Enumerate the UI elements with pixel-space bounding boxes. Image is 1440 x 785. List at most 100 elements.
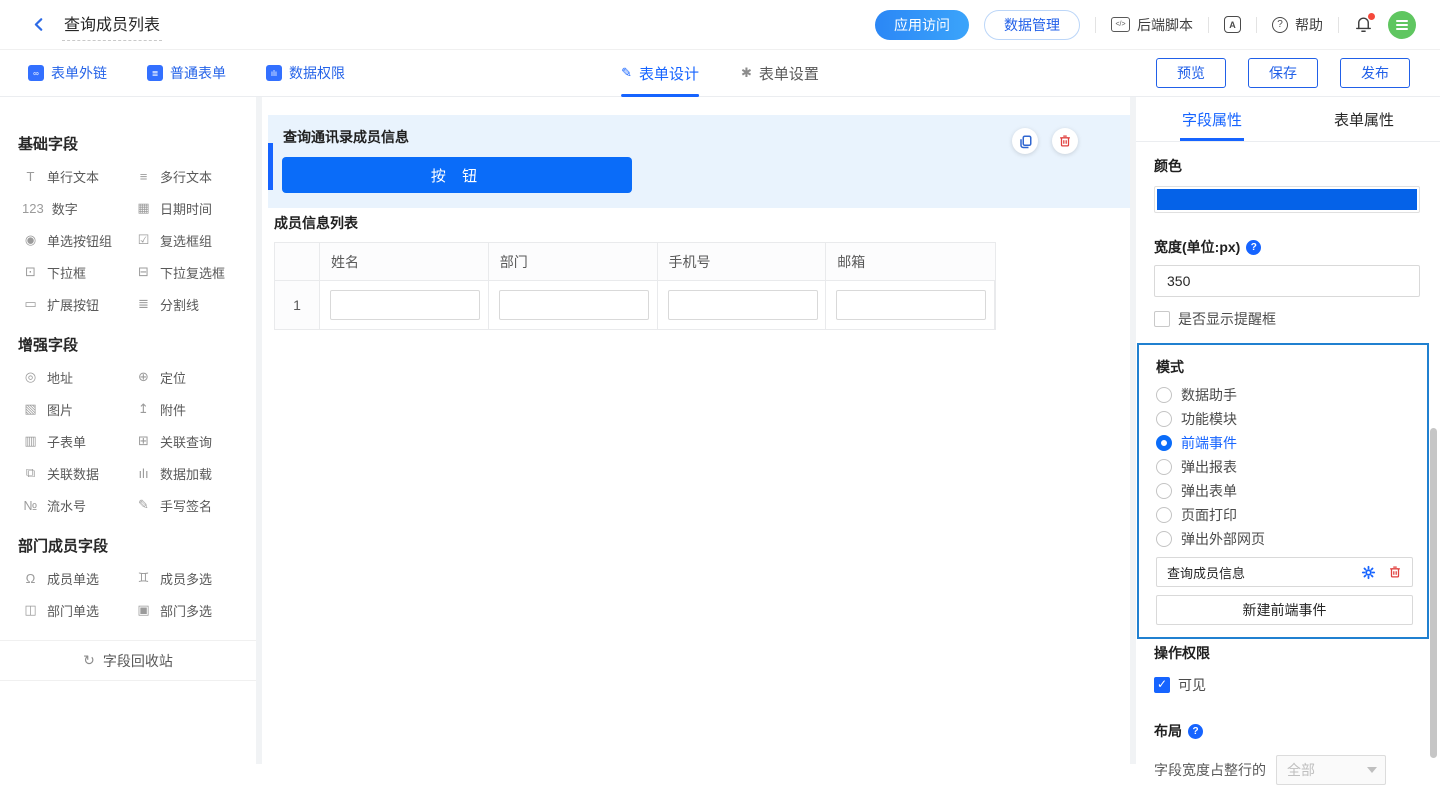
color-swatch: [1157, 189, 1417, 210]
toolbar-link-icon: ≣: [147, 65, 163, 81]
action-button[interactable]: 预览: [1156, 58, 1226, 88]
cell-input[interactable]: [668, 290, 818, 320]
tab-form-settings[interactable]: ✱ 表单设置: [741, 50, 819, 97]
field-item[interactable]: ☑ 复选框组: [135, 224, 248, 256]
width-input[interactable]: [1154, 265, 1420, 297]
frontend-event-item[interactable]: 查询成员信息: [1156, 557, 1413, 587]
mode-option[interactable]: 弹出外部网页: [1156, 527, 1413, 551]
cell-input[interactable]: [836, 290, 986, 320]
layout-help-icon[interactable]: [1188, 724, 1203, 739]
properties-panel: 字段属性 表单属性 颜色 宽度(单位:px) 是否显示提醒框 模式 数据助手: [1136, 97, 1440, 764]
avatar-menu-icon: [1396, 24, 1408, 26]
row-index-cell: 1: [275, 281, 320, 329]
new-frontend-event-button[interactable]: 新建前端事件: [1156, 595, 1413, 625]
radio-icon[interactable]: [1156, 411, 1172, 427]
duplicate-component-icon[interactable]: [1012, 128, 1038, 154]
visible-checkbox-row[interactable]: 可见: [1154, 675, 1420, 695]
field-label: 定位: [160, 368, 186, 387]
field-item[interactable]: ≣ 分割线: [135, 288, 248, 320]
tab-field-properties[interactable]: 字段属性: [1136, 97, 1288, 141]
selected-button-component[interactable]: 查询通讯录成员信息 按 钮: [268, 115, 1130, 208]
toolbar-link[interactable]: ılı 数据权限: [266, 63, 345, 83]
reminder-checkbox[interactable]: [1154, 311, 1170, 327]
reminder-label: 是否显示提醒框: [1178, 309, 1276, 329]
field-item[interactable]: ⊟ 下拉复选框: [135, 256, 248, 288]
delete-component-icon[interactable]: [1052, 128, 1078, 154]
field-icon: ◫: [22, 602, 39, 618]
field-item[interactable]: ♊ 成员多选: [135, 562, 248, 594]
visible-checkbox[interactable]: [1154, 677, 1170, 693]
field-item[interactable]: ▭ 扩展按钮: [22, 288, 135, 320]
notification-bell-icon[interactable]: [1354, 15, 1373, 34]
subtable-component[interactable]: 成员信息列表 姓名 部门 手机号 邮箱 1: [274, 213, 996, 330]
field-item[interactable]: ≡ 多行文本: [135, 160, 248, 192]
back-icon[interactable]: [28, 15, 48, 35]
permission-title: 操作权限: [1154, 643, 1420, 663]
page-title[interactable]: 查询成员列表: [62, 9, 162, 41]
field-item[interactable]: ◎ 地址: [22, 361, 135, 393]
radio-icon[interactable]: [1156, 435, 1172, 451]
reminder-checkbox-row[interactable]: 是否显示提醒框: [1154, 309, 1420, 329]
field-recycle-bin[interactable]: ↻ 字段回收站: [0, 640, 256, 681]
mode-option[interactable]: 前端事件: [1156, 431, 1413, 455]
field-item[interactable]: ↥ 附件: [135, 393, 248, 425]
event-settings-gear-icon[interactable]: [1361, 565, 1376, 580]
tab-form-properties[interactable]: 表单属性: [1288, 97, 1440, 141]
notification-dot: [1368, 13, 1375, 20]
field-item[interactable]: ▦ 日期时间: [135, 192, 248, 224]
field-item[interactable]: T 单行文本: [22, 160, 135, 192]
help-button[interactable]: 帮助: [1272, 15, 1323, 35]
form-button-widget[interactable]: 按 钮: [282, 157, 632, 193]
cell-input[interactable]: [499, 290, 649, 320]
mode-option[interactable]: 页面打印: [1156, 503, 1413, 527]
divider: [1095, 17, 1096, 33]
radio-icon[interactable]: [1156, 459, 1172, 475]
address-book-button[interactable]: [1224, 16, 1241, 33]
panel-scrollbar[interactable]: [1430, 428, 1437, 758]
recycle-icon: ↻: [83, 652, 95, 669]
field-item[interactable]: ılı 数据加载: [135, 457, 248, 489]
toolbar-link[interactable]: ∞ 表单外链: [28, 63, 107, 83]
field-icon: ◎: [22, 369, 39, 385]
field-item[interactable]: ▣ 部门多选: [135, 594, 248, 626]
field-item[interactable]: ⊡ 下拉框: [22, 256, 135, 288]
field-item[interactable]: № 流水号: [22, 489, 135, 521]
toolbar-link[interactable]: ≣ 普通表单: [147, 63, 226, 83]
code-icon: [1111, 17, 1130, 32]
action-button[interactable]: 保存: [1248, 58, 1318, 88]
cell-input[interactable]: [330, 290, 480, 320]
mode-option[interactable]: 数据助手: [1156, 383, 1413, 407]
width-help-icon[interactable]: [1246, 240, 1261, 255]
field-item[interactable]: 123 数字: [22, 192, 135, 224]
field-width-select[interactable]: 全部: [1276, 755, 1386, 785]
avatar[interactable]: [1388, 11, 1416, 39]
color-picker[interactable]: [1154, 186, 1420, 213]
visible-label: 可见: [1178, 675, 1206, 695]
mode-option[interactable]: 弹出表单: [1156, 479, 1413, 503]
field-item[interactable]: ◫ 部门单选: [22, 594, 135, 626]
tab-form-design[interactable]: ✎ 表单设计: [621, 50, 699, 97]
mode-option[interactable]: 弹出报表: [1156, 455, 1413, 479]
selection-accent-bar: [268, 143, 273, 190]
field-item[interactable]: Ω 成员单选: [22, 562, 135, 594]
field-item[interactable]: ✎ 手写签名: [135, 489, 248, 521]
radio-icon[interactable]: [1156, 507, 1172, 523]
app-access-button[interactable]: 应用访问: [875, 10, 969, 40]
radio-icon[interactable]: [1156, 531, 1172, 547]
mode-section-highlighted: 模式 数据助手 功能模块 前端事件: [1137, 343, 1429, 639]
action-button[interactable]: 发布: [1340, 58, 1410, 88]
radio-icon[interactable]: [1156, 483, 1172, 499]
field-item[interactable]: ⊕ 定位: [135, 361, 248, 393]
field-icon: ⊟: [135, 264, 152, 280]
mode-option[interactable]: 功能模块: [1156, 407, 1413, 431]
field-item[interactable]: ▧ 图片: [22, 393, 135, 425]
event-delete-icon[interactable]: [1388, 565, 1402, 579]
data-manage-button[interactable]: 数据管理: [984, 10, 1080, 40]
field-item[interactable]: ◉ 单选按钮组: [22, 224, 135, 256]
radio-icon[interactable]: [1156, 387, 1172, 403]
field-item[interactable]: ⧉ 关联数据: [22, 457, 135, 489]
backend-script-button[interactable]: 后端脚本: [1111, 15, 1193, 35]
field-item[interactable]: ▥ 子表单: [22, 425, 135, 457]
field-item[interactable]: ⊞ 关联查询: [135, 425, 248, 457]
field-label: 部门单选: [47, 601, 99, 620]
